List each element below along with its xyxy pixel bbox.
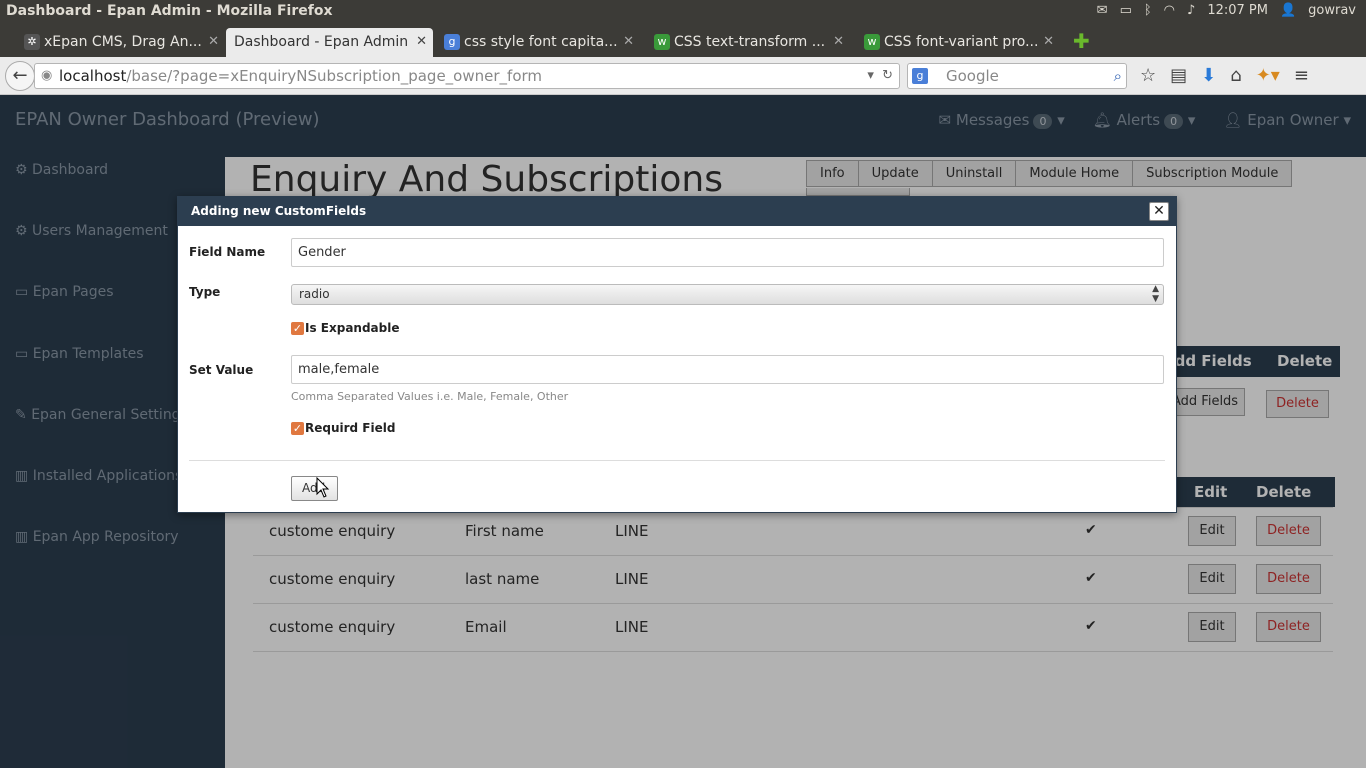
url-path: /base/?page=xEnquiryNSubscription_page_o…	[126, 67, 543, 85]
browser-nav-bar: ← ◉ localhost/base/?page=xEnquiryNSubscr…	[0, 57, 1366, 95]
globe-icon: ◉	[41, 68, 53, 83]
search-placeholder: Google	[946, 67, 999, 85]
type-label: Type	[189, 285, 221, 299]
wifi-icon[interactable]: ◠	[1164, 3, 1175, 18]
bookmark-star-icon[interactable]: ☆	[1140, 65, 1156, 86]
close-tab-icon[interactable]: ✕	[416, 28, 427, 56]
new-tab-plus-icon[interactable]: ✚	[1073, 29, 1090, 53]
battery-icon[interactable]: ▭	[1120, 3, 1132, 18]
search-bar[interactable]: g Google ⌕	[907, 63, 1127, 89]
field-name-label: Field Name	[189, 245, 266, 259]
close-tab-icon[interactable]: ✕	[1043, 28, 1054, 56]
set-value-input[interactable]: male,female	[291, 355, 1164, 384]
back-arrow-icon[interactable]: ←	[5, 61, 35, 91]
addon-icon[interactable]: ✦▾	[1256, 65, 1280, 86]
select-arrows-icon: ▲ ▼	[1152, 284, 1159, 304]
url-host: localhost	[59, 67, 127, 85]
google-favicon-icon: g	[444, 34, 460, 50]
tab-label: CSS font-variant pro...	[884, 34, 1039, 50]
tab-xepan[interactable]: ✲ xEpan CMS, Drag An... ✕	[20, 28, 225, 57]
expandable-checkbox[interactable]: ✓ Is Expandable	[291, 321, 399, 335]
mouse-cursor-icon	[316, 477, 330, 498]
tab-label: Dashboard - Epan Admin	[234, 34, 409, 50]
required-checkbox[interactable]: ✓ Requird Field	[291, 421, 395, 435]
volume-icon[interactable]: ♪	[1187, 3, 1195, 18]
close-icon[interactable]: ✕	[1149, 202, 1169, 221]
add-custom-field-dialog: Adding new CustomFields ✕ Field Name Gen…	[177, 196, 1177, 513]
tab-dashboard[interactable]: Dashboard - Epan Admin ✕	[226, 28, 433, 57]
w3-favicon-icon: w	[864, 34, 880, 50]
set-value-hint: Comma Separated Values i.e. Male, Female…	[291, 390, 569, 403]
tab-bar: ✲ xEpan CMS, Drag An... ✕ Dashboard - Ep…	[0, 25, 1366, 57]
tab-css-font-variant[interactable]: w CSS font-variant pro... ✕	[860, 28, 1060, 57]
google-engine-icon[interactable]: g	[912, 68, 928, 84]
download-arrow-icon[interactable]: ⬇	[1201, 65, 1216, 86]
close-tab-icon[interactable]: ✕	[208, 28, 219, 56]
dialog-title: Adding new CustomFields	[178, 197, 1176, 226]
tab-label: xEpan CMS, Drag An...	[44, 34, 202, 50]
type-select-value: radio	[299, 287, 330, 301]
required-label: Requird Field	[305, 421, 396, 435]
checkbox-checked-icon[interactable]: ✓	[291, 421, 304, 435]
system-tray: ✉ ▭ ᛒ ◠ ♪ 12:07 PM 👤 gowrav	[1097, 3, 1356, 18]
url-dropdown-reload-icons[interactable]: ▾ ↻	[867, 64, 893, 88]
xepan-favicon-icon: ✲	[24, 34, 40, 50]
add-button[interactable]: Add	[291, 476, 338, 501]
mail-icon[interactable]: ✉	[1097, 3, 1108, 18]
os-top-bar: Dashboard - Epan Admin - Mozilla Firefox…	[0, 0, 1366, 25]
tab-css-font-capital[interactable]: g css style font capita... ✕	[440, 28, 640, 57]
user-icon: 👤	[1279, 3, 1297, 18]
clock[interactable]: 12:07 PM	[1207, 3, 1268, 18]
set-value-label: Set Value	[189, 363, 254, 377]
tab-label: CSS text-transform ...	[674, 34, 826, 50]
tab-label: css style font capita...	[464, 34, 618, 50]
w3-favicon-icon: w	[654, 34, 670, 50]
url-bar[interactable]: ◉ localhost/base/?page=xEnquiryNSubscrip…	[34, 63, 900, 89]
dialog-divider	[189, 460, 1165, 461]
bookmarks-list-icon[interactable]: ▤	[1170, 65, 1187, 86]
window-title: Dashboard - Epan Admin - Mozilla Firefox	[6, 3, 333, 19]
home-icon[interactable]: ⌂	[1230, 65, 1241, 86]
checkbox-checked-icon[interactable]: ✓	[291, 321, 304, 335]
os-user[interactable]: gowrav	[1308, 3, 1356, 18]
toolbar-icons: ☆ ▤ ⬇ ⌂ ✦▾ ≡	[1140, 65, 1309, 86]
close-tab-icon[interactable]: ✕	[833, 28, 844, 56]
bluetooth-icon[interactable]: ᛒ	[1144, 3, 1152, 18]
search-icon[interactable]: ⌕	[1114, 64, 1122, 88]
tab-css-text-transform[interactable]: w CSS text-transform ... ✕	[650, 28, 850, 57]
field-name-input[interactable]: Gender	[291, 238, 1164, 267]
expandable-label: Is Expandable	[305, 321, 400, 335]
type-select[interactable]: radio ▲ ▼	[291, 284, 1164, 305]
close-tab-icon[interactable]: ✕	[623, 28, 634, 56]
menu-hamburger-icon[interactable]: ≡	[1294, 65, 1309, 86]
